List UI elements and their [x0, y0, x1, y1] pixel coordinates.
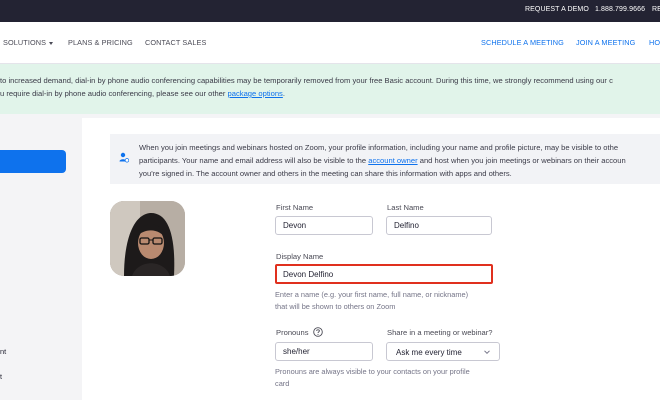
chevron-down-icon	[49, 41, 54, 45]
info-text-line2: participants. Your name and email addres…	[139, 156, 626, 165]
first-name-label: First Name	[276, 203, 314, 212]
top-utility-bar: REQUEST A DEMO 1.888.799.9666 RE	[0, 0, 660, 22]
info-text-prefix: participants. Your name and email addres…	[139, 156, 369, 165]
nav-solutions-label: SOLUTIONS	[3, 38, 47, 47]
display-name-hint-line2: that will be shown to others on Zoom	[275, 302, 396, 311]
notice-text-suffix: .	[282, 89, 285, 98]
notice-banner: to increased demand, dial-in by phone au…	[0, 64, 660, 114]
package-options-link[interactable]: package options	[228, 89, 283, 98]
sidebar-item-1[interactable]: nt	[0, 347, 6, 356]
pronouns-hint-line2: card	[275, 379, 290, 388]
help-circle-icon[interactable]	[313, 327, 323, 337]
display-name-hint-line1: Enter a name (e.g. your first name, full…	[275, 290, 469, 299]
account-owner-link[interactable]: account owner	[368, 156, 417, 165]
chevron-down-icon	[484, 350, 490, 355]
info-text-line3: you're signed in. The account owner and …	[139, 169, 512, 178]
profile-picture[interactable]	[110, 201, 185, 276]
notice-text-line2: u require dial-in by phone audio confere…	[0, 89, 285, 98]
display-name-label: Display Name	[276, 252, 324, 261]
nav-plans-pricing[interactable]: PLANS & PRICING	[68, 38, 133, 47]
display-name-input[interactable]	[275, 264, 493, 284]
nav-solutions[interactable]: SOLUTIONS	[3, 38, 54, 47]
phone-number-link[interactable]: 1.888.799.9666	[595, 6, 645, 13]
pronouns-hint-line1: Pronouns are always visible to your cont…	[275, 367, 470, 376]
resources-link[interactable]: RE	[652, 6, 660, 13]
nav-schedule-meeting[interactable]: SCHEDULE A MEETING	[481, 38, 564, 47]
main-navigation: SOLUTIONS PLANS & PRICING CONTACT SALES …	[0, 22, 660, 64]
nav-join-meeting[interactable]: JOIN A MEETING	[576, 38, 635, 47]
sidebar-item-2[interactable]: t	[0, 372, 2, 381]
last-name-input[interactable]	[386, 216, 492, 235]
share-pronouns-select[interactable]: Ask me every time	[386, 342, 500, 361]
notice-text-line1: to increased demand, dial-in by phone au…	[0, 76, 613, 85]
sidebar-item-profile-active[interactable]	[0, 150, 66, 173]
last-name-label: Last Name	[387, 203, 424, 212]
request-demo-link[interactable]: REQUEST A DEMO	[525, 6, 589, 13]
user-info-icon	[119, 152, 129, 163]
nav-contact-sales[interactable]: CONTACT SALES	[145, 38, 206, 47]
nav-host-meeting[interactable]: HO	[649, 38, 660, 47]
info-text-line1: When you join meetings and webinars host…	[139, 143, 619, 152]
notice-text-prefix: u require dial-in by phone audio confere…	[0, 89, 228, 98]
share-pronouns-value: Ask me every time	[396, 348, 462, 357]
pronouns-label: Pronouns	[276, 328, 309, 337]
profile-photo-image	[110, 201, 185, 276]
info-text-suffix: and host when you join meetings or webin…	[417, 156, 626, 165]
first-name-input[interactable]	[275, 216, 373, 235]
pronouns-input[interactable]	[275, 342, 373, 361]
share-pronouns-label: Share in a meeting or webinar?	[387, 328, 493, 337]
